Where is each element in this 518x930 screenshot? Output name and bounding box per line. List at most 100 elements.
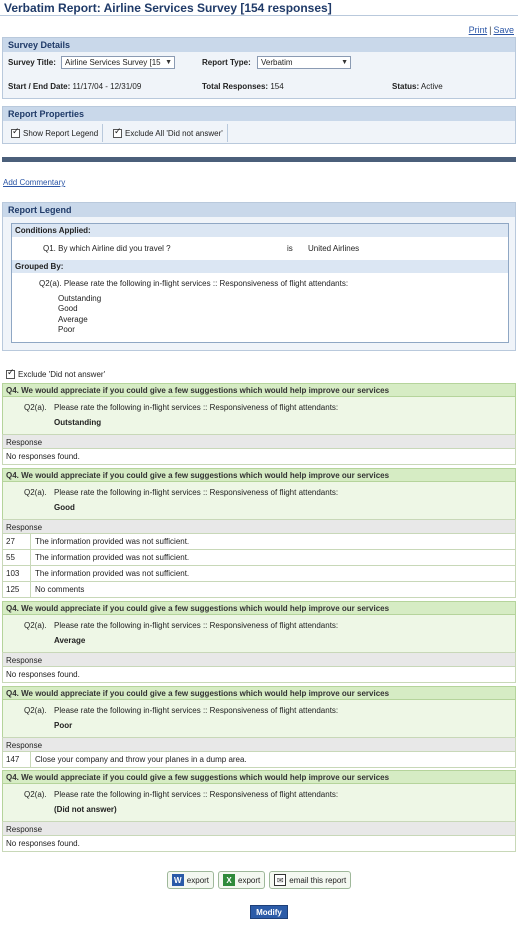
report-properties-panel: Report Properties Show Report Legend Exc…: [2, 106, 516, 144]
exclude-all-label: Exclude All 'Did not answer': [125, 128, 223, 138]
group-item: Average: [58, 315, 88, 324]
table-row: 147 Close your company and throw your pl…: [2, 752, 516, 768]
response-id: 55: [3, 550, 31, 565]
report-type-label: Report Type:: [202, 58, 251, 67]
response-id: 27: [3, 534, 31, 549]
grouped-question: Q2(a). Please rate the following in-flig…: [39, 279, 349, 288]
export-excel-label: export: [238, 875, 261, 885]
report-legend-header: Report Legend: [3, 203, 515, 217]
exclude-all-option[interactable]: Exclude All 'Did not answer': [109, 124, 228, 142]
group-question-number: Q2(a).: [24, 403, 47, 412]
email-report-button[interactable]: ✉ email this report: [269, 871, 352, 889]
no-responses-row: No responses found.: [2, 449, 516, 465]
condition-question: Q1. By which Airline did you travel ?: [43, 244, 171, 253]
export-toolbar: W export X export ✉ email this report: [0, 871, 518, 889]
group-item: Good: [58, 304, 78, 313]
link-separator: |: [489, 25, 492, 35]
response-id: 147: [3, 752, 31, 767]
survey-details-header: Survey Details: [3, 38, 515, 52]
group-question-number: Q2(a).: [24, 621, 47, 630]
survey-title-select[interactable]: Airline Services Survey [15 ▼: [61, 56, 175, 69]
export-excel-button[interactable]: X export: [218, 871, 266, 889]
response-header: Response: [2, 519, 516, 534]
result-block-average: Q4. We would appreciate if you could giv…: [2, 601, 516, 683]
report-properties-header: Report Properties: [3, 107, 515, 121]
response-text: No comments: [35, 585, 85, 594]
response-header: Response: [2, 434, 516, 449]
save-link[interactable]: Save: [493, 25, 514, 35]
top-links: Print | Save: [469, 25, 514, 35]
show-legend-option[interactable]: Show Report Legend: [7, 124, 104, 142]
chevron-down-icon: ▼: [341, 59, 348, 66]
table-row: 55 The information provided was not suff…: [2, 550, 516, 566]
survey-title-label: Survey Title:: [8, 58, 56, 67]
exclude-did-not-answer-option[interactable]: Exclude 'Did not answer': [6, 368, 106, 379]
group-item: Outstanding: [58, 294, 102, 303]
group-info: Q2(a). Please rate the following in-flig…: [2, 615, 516, 652]
table-row: 27 The information provided was not suff…: [2, 534, 516, 550]
no-responses-row: No responses found.: [2, 667, 516, 683]
group-question-number: Q2(a).: [24, 706, 47, 715]
response-text: The information provided was not suffici…: [35, 569, 190, 578]
title-divider: [0, 15, 518, 16]
table-row: 103 The information provided was not suf…: [2, 566, 516, 582]
conditions-applied-header: Conditions Applied:: [12, 224, 508, 237]
page-title: Verbatim Report: Airline Services Survey…: [4, 1, 332, 15]
email-report-label: email this report: [289, 875, 347, 885]
group-value: Outstanding: [54, 418, 102, 427]
result-block-poor: Q4. We would appreciate if you could giv…: [2, 686, 516, 768]
response-header: Response: [2, 821, 516, 836]
group-question-text: Please rate the following in-flight serv…: [54, 621, 339, 630]
export-word-button[interactable]: W export: [166, 871, 215, 889]
response-text: Close your company and throw your planes…: [35, 755, 247, 764]
condition-operator: is: [287, 244, 293, 253]
total-responses: Total Responses: 154: [202, 82, 284, 91]
result-block-outstanding: Q4. We would appreciate if you could giv…: [2, 383, 516, 465]
envelope-icon: ✉: [274, 874, 287, 886]
question-header: Q4. We would appreciate if you could giv…: [2, 468, 516, 482]
response-text: The information provided was not suffici…: [35, 537, 190, 546]
report-type-select[interactable]: Verbatim ▼: [257, 56, 351, 69]
group-info: Q2(a). Please rate the following in-flig…: [2, 397, 516, 434]
survey-details-body: Survey Title: Airline Services Survey [1…: [3, 52, 515, 98]
group-question-number: Q2(a).: [24, 790, 47, 799]
survey-details-panel: Survey Details Survey Title: Airline Ser…: [2, 37, 516, 99]
group-item: Poor: [58, 325, 75, 334]
add-commentary-link[interactable]: Add Commentary: [3, 178, 65, 187]
result-block-good: Q4. We would appreciate if you could giv…: [2, 468, 516, 598]
exclude-did-not-answer-checkbox[interactable]: [6, 368, 15, 379]
response-header: Response: [2, 652, 516, 667]
chevron-down-icon: ▼: [165, 59, 172, 66]
condition-value: United Airlines: [308, 244, 360, 253]
group-value: Average: [54, 636, 86, 645]
print-link[interactable]: Print: [469, 25, 488, 35]
group-question-text: Please rate the following in-flight serv…: [54, 403, 339, 412]
grouped-by-header: Grouped By:: [12, 260, 508, 273]
exclude-all-checkbox[interactable]: [113, 127, 122, 138]
group-question-text: Please rate the following in-flight serv…: [54, 488, 339, 497]
response-id: 125: [3, 582, 31, 597]
start-end-date: Start / End Date: 11/17/04 - 12/31/09: [8, 82, 142, 91]
modify-button[interactable]: Modify: [250, 905, 288, 919]
group-value: Good: [54, 503, 75, 512]
section-divider: [2, 157, 516, 162]
group-info: Q2(a). Please rate the following in-flig…: [2, 482, 516, 519]
exclude-did-not-answer-label: Exclude 'Did not answer': [18, 370, 106, 379]
group-question-number: Q2(a).: [24, 488, 47, 497]
survey-status: Status: Active: [392, 82, 443, 91]
excel-icon: X: [223, 874, 236, 886]
result-block-did-not-answer: Q4. We would appreciate if you could giv…: [2, 770, 516, 852]
question-header: Q4. We would appreciate if you could giv…: [2, 686, 516, 700]
group-question-text: Please rate the following in-flight serv…: [54, 790, 339, 799]
legend-box: Conditions Applied: Q1. By which Airline…: [11, 223, 509, 343]
table-row: 125 No comments: [2, 582, 516, 598]
show-legend-checkbox[interactable]: [11, 127, 20, 138]
group-info: Q2(a). Please rate the following in-flig…: [2, 700, 516, 737]
group-question-text: Please rate the following in-flight serv…: [54, 706, 339, 715]
export-word-label: export: [186, 875, 210, 885]
no-responses-row: No responses found.: [2, 836, 516, 852]
question-header: Q4. We would appreciate if you could giv…: [2, 601, 516, 615]
report-legend-panel: Report Legend Conditions Applied: Q1. By…: [2, 202, 516, 351]
question-header: Q4. We would appreciate if you could giv…: [2, 383, 516, 397]
response-text: The information provided was not suffici…: [35, 553, 190, 562]
